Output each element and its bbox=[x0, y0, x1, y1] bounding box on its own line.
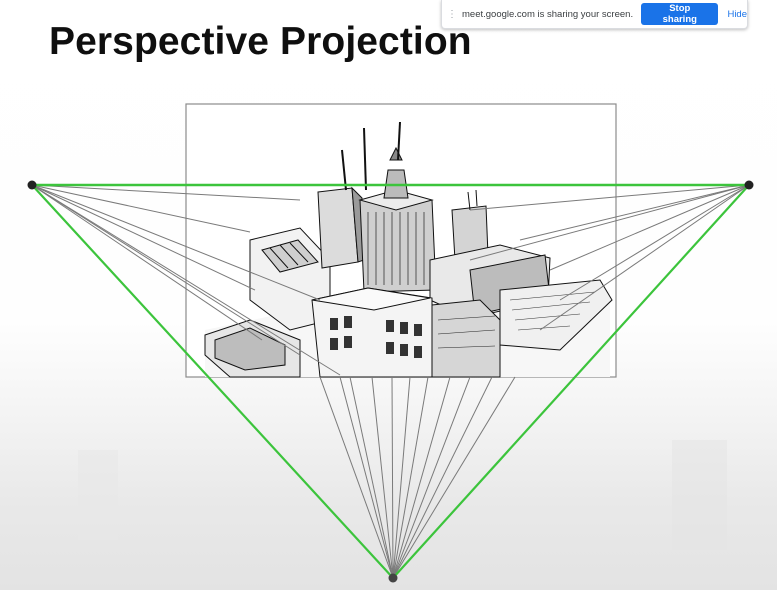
projector-line bbox=[391, 376, 394, 579]
left-vanishing-point bbox=[27, 180, 37, 190]
projector-line bbox=[392, 376, 471, 579]
hide-button[interactable]: Hide bbox=[727, 9, 747, 20]
screen-sharing-bar: ⋮ meet.google.com is sharing your screen… bbox=[441, 0, 748, 29]
projector-line bbox=[392, 376, 516, 579]
perspective-diagram bbox=[27, 103, 754, 583]
background-smudge bbox=[672, 440, 727, 550]
right-vanishing-point bbox=[744, 180, 754, 190]
projector-line bbox=[392, 376, 429, 579]
sharing-message: meet.google.com is sharing your screen. bbox=[462, 8, 634, 20]
background-smudge bbox=[78, 450, 118, 540]
drag-handle-icon[interactable]: ⋮ bbox=[447, 9, 457, 20]
bottom-vanishing-point bbox=[388, 573, 398, 583]
stop-sharing-button[interactable]: Stop sharing bbox=[641, 3, 719, 25]
slide-canvas: Perspective Projection ⋮ meet.google.com… bbox=[0, 0, 777, 590]
